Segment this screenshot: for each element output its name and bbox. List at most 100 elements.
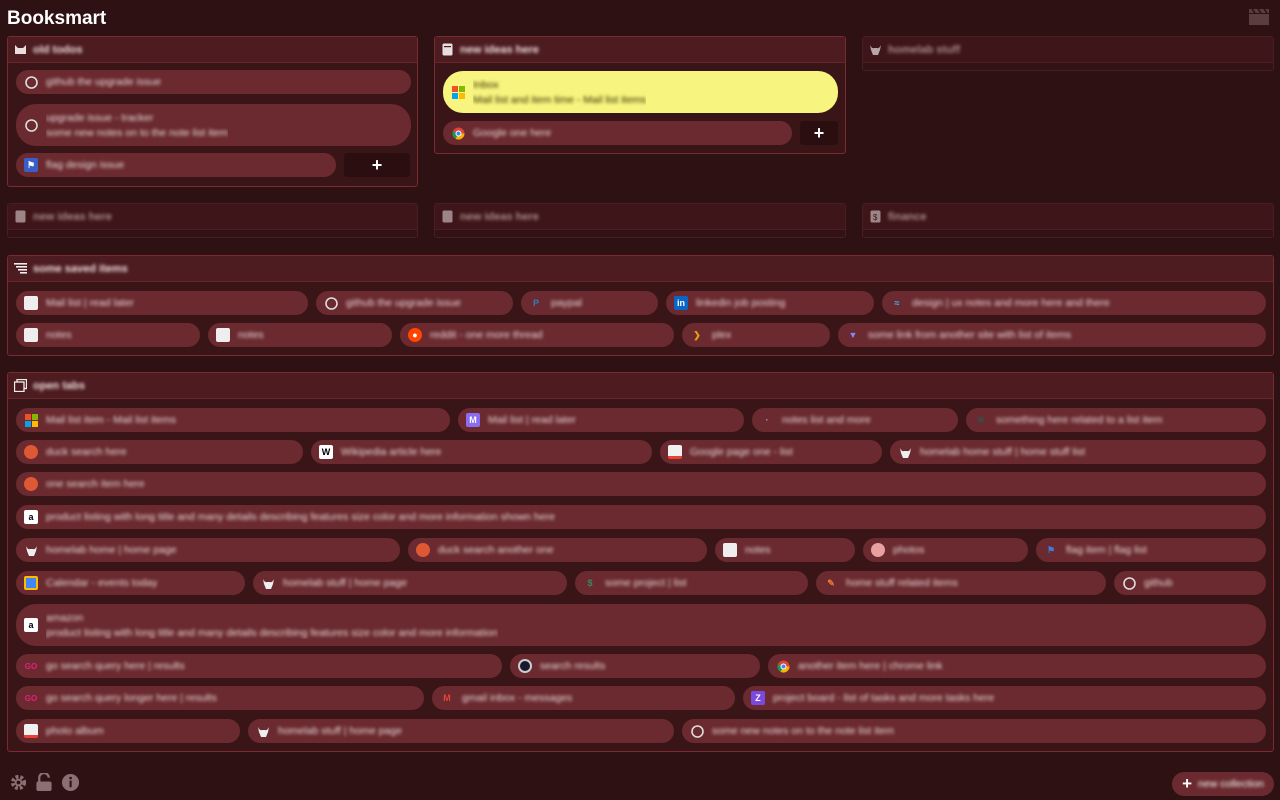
bookmark-item[interactable]: Inbox Mail list and item time - Mail lis… [443, 71, 838, 113]
bookmark-item[interactable]: homelab home stuff | home stuff list [890, 440, 1266, 464]
bookmark-item[interactable]: github the upgrade issue [316, 291, 513, 315]
group-header[interactable]: homelab stuff [863, 37, 1273, 63]
bookmark-item[interactable]: homelab stuff | home page [248, 719, 674, 743]
group-saved-items: some saved items Mail list | read later … [7, 255, 1274, 356]
bookmark-item[interactable]: ✺ something here related to a list item [966, 408, 1266, 432]
flag-icon: ⚑ [24, 158, 38, 172]
bull-icon [256, 724, 270, 738]
bookmark-item[interactable]: Google one here [443, 121, 792, 145]
gmail-icon: M [443, 693, 451, 703]
group-header[interactable]: new ideas here [8, 204, 417, 230]
flag-icon: ⚑ [1046, 544, 1056, 555]
amazon-icon: a [24, 618, 38, 632]
paypal-icon: P [532, 298, 539, 308]
bookmark-item[interactable]: Mail list item - Mail list items [16, 408, 450, 432]
photos-icon [871, 543, 885, 557]
clapper-icon[interactable] [1248, 8, 1270, 26]
bookmark-item[interactable]: notes [16, 323, 200, 347]
bookmark-item[interactable]: ▼ some link from another site with list o… [838, 323, 1266, 347]
bookmark-item[interactable]: Zproject board - list of tasks and more … [743, 686, 1266, 710]
bookmark-item[interactable]: M Mail list | read later [458, 408, 744, 432]
duckduckgo-icon [24, 477, 38, 491]
bookmark-item[interactable]: some new notes on to the note list item [682, 719, 1266, 743]
page-icon [24, 296, 38, 310]
group-title: new ideas here [460, 43, 539, 56]
group-header[interactable]: new ideas here [435, 204, 845, 230]
bookmark-item[interactable]: ≈ design | ux notes and more here and the… [882, 291, 1266, 315]
info-icon[interactable] [60, 772, 80, 792]
group-finance: $ finance [862, 203, 1274, 238]
bull-icon [869, 43, 882, 56]
dollar-icon: $ [869, 210, 882, 223]
bookmark-item[interactable]: Mail list | read later [16, 291, 308, 315]
add-bookmark-button[interactable]: + [344, 153, 410, 177]
bookmark-item[interactable]: homelab home | home page [16, 538, 400, 562]
bookmark-item[interactable]: GO go search query here | results [16, 654, 502, 678]
bookmark-item[interactable]: another item here | chrome link [768, 654, 1266, 678]
bookmark-item[interactable]: a product listing with long title and man… [16, 505, 1266, 529]
dot-icon: · [765, 415, 769, 425]
bookmark-item[interactable]: $ some project | list [575, 571, 808, 595]
bookmark-item[interactable]: ● reddit - one more thread [400, 323, 674, 347]
page-icon [723, 543, 737, 557]
chrome-icon [776, 659, 790, 673]
proton-icon: M [466, 413, 480, 427]
bookmark-item[interactable]: Calendar - events today [16, 571, 245, 595]
tailwind-icon: ≈ [894, 298, 900, 308]
bookmark-item[interactable]: github [1114, 571, 1266, 595]
bookmark-item[interactable]: photo album [16, 719, 240, 743]
new-collection-button[interactable]: + new collection [1172, 772, 1274, 796]
bookmark-item[interactable]: a amazon product listing with long title a… [16, 604, 1266, 646]
gdrive-icon [668, 445, 682, 459]
bookmark-item[interactable]: GO go search query longer here | results [16, 686, 424, 710]
group-homelab: homelab stuff [862, 36, 1274, 71]
bookmark-item[interactable]: Mgmail inbox - messages [432, 686, 735, 710]
linkedin-icon: in [674, 296, 688, 310]
bookmark-item[interactable]: duck search another one [408, 538, 707, 562]
bookmark-item[interactable]: github the upgrade issue [16, 70, 411, 94]
note-icon [441, 43, 454, 56]
bookmark-item[interactable]: search results [510, 654, 760, 678]
bookmark-item[interactable]: notes [715, 538, 855, 562]
plex-icon: ❯ [693, 329, 701, 340]
github-icon [1122, 576, 1136, 590]
bookmark-item[interactable]: one search item here [16, 472, 1266, 496]
group-title: some saved items [33, 262, 128, 275]
group-header[interactable]: $ finance [863, 204, 1273, 230]
group-header[interactable]: some saved items [8, 256, 1273, 282]
bookmark-item[interactable]: ⚑ flag design issue [16, 153, 336, 177]
bookmark-item[interactable]: photos [863, 538, 1028, 562]
unlock-icon[interactable] [34, 772, 54, 792]
bookmark-item[interactable]: duck search here [16, 440, 303, 464]
github-icon [690, 724, 704, 738]
group-title: open tabs [33, 379, 85, 392]
bookmark-item[interactable]: ⚑ flag item | flag list [1036, 538, 1266, 562]
bull-icon [24, 543, 38, 557]
bookmark-item[interactable]: W Wikipedia article here [311, 440, 652, 464]
bookmark-item[interactable]: in linkedin job posting [666, 291, 874, 315]
bookmark-item[interactable]: Google page one - list [660, 440, 882, 464]
group-header[interactable]: new ideas here [435, 37, 845, 63]
settings-gear-icon[interactable] [8, 772, 28, 792]
group-new-ideas-3: new ideas here [434, 203, 846, 238]
duckduckgo-icon [24, 445, 38, 459]
chrome-icon [451, 126, 465, 140]
group-header[interactable]: open tabs [8, 373, 1273, 399]
bookmark-item[interactable]: notes [208, 323, 392, 347]
add-bookmark-button[interactable]: + [800, 121, 838, 145]
bookmark-item[interactable]: ✎ home stuff related items [816, 571, 1106, 595]
bookmark-item[interactable]: upgrade issue - tracker some new notes o… [16, 104, 411, 146]
reddit-icon: ● [408, 328, 422, 342]
go-icon: GO [24, 693, 38, 703]
group-new-ideas: new ideas here Inbox Mail list and item … [434, 36, 846, 154]
group-new-ideas-2: new ideas here [7, 203, 418, 238]
bookmark-item[interactable]: · notes list and more [752, 408, 958, 432]
page-icon [24, 328, 38, 342]
bookmark-item[interactable]: Ppaypal [521, 291, 658, 315]
calendar-icon [24, 576, 38, 590]
bookmark-item[interactable]: ❯ plex [682, 323, 830, 347]
circle-icon [518, 659, 532, 673]
bookmark-item[interactable]: homelab stuff | home page [253, 571, 567, 595]
group-header[interactable]: old todos [8, 37, 417, 63]
group-title: homelab stuff [888, 43, 961, 56]
